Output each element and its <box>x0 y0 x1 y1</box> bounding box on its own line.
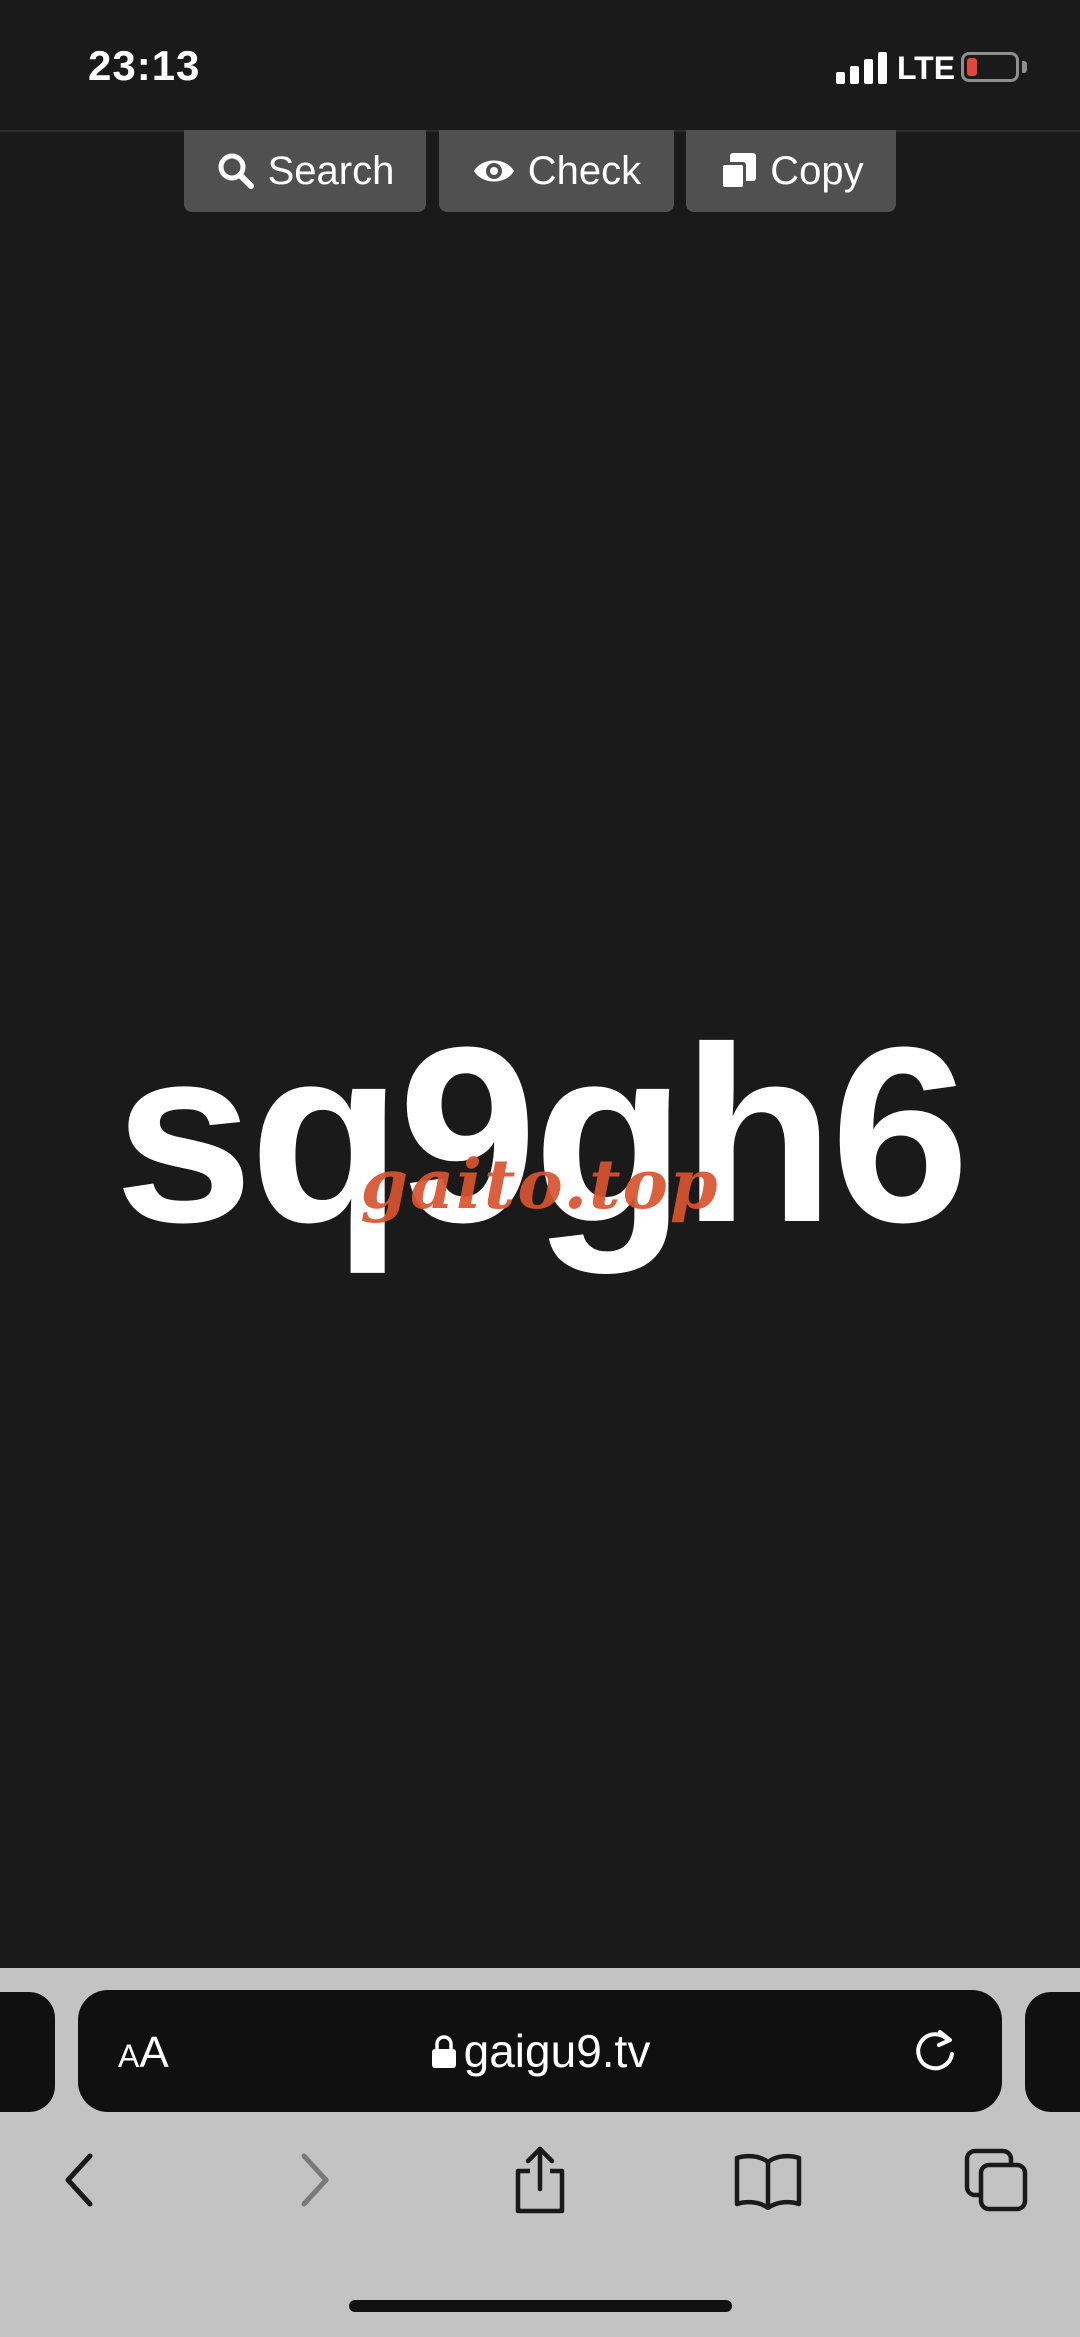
search-icon <box>218 153 254 189</box>
copy-button[interactable]: Copy <box>686 130 896 212</box>
home-indicator[interactable] <box>349 2300 732 2312</box>
tabs-button[interactable] <box>961 2145 1031 2215</box>
action-toolbar: Search Check Copy <box>0 130 1080 212</box>
next-tab-preview[interactable] <box>1025 1992 1080 2112</box>
search-button-label: Search <box>267 148 395 193</box>
address-bar[interactable]: AA gaigu9.tv <box>78 1990 1002 2112</box>
chevron-right-icon <box>301 2153 329 2207</box>
copy-icon <box>720 153 757 190</box>
url-text: gaigu9.tv <box>463 2025 651 2077</box>
network-type: LTE <box>897 50 956 86</box>
book-icon <box>734 2153 802 2210</box>
check-button-label: Check <box>527 148 642 193</box>
share-button[interactable] <box>505 2145 575 2215</box>
share-icon <box>515 2146 565 2214</box>
tabs-icon <box>964 2148 1028 2212</box>
previous-tab-preview[interactable] <box>0 1992 55 2112</box>
bookmarks-button[interactable] <box>733 2145 803 2215</box>
status-bar: 23:13 LTE <box>0 0 1080 132</box>
battery-icon <box>961 52 1019 82</box>
browser-navigation <box>0 2145 1080 2215</box>
verification-code: sq9gh6 <box>114 995 969 1274</box>
reload-icon[interactable] <box>910 2026 960 2076</box>
battery-cap <box>1022 61 1027 73</box>
cellular-signal-icon <box>836 52 888 84</box>
status-time: 23:13 <box>88 42 201 89</box>
forward-button[interactable] <box>279 2145 349 2215</box>
copy-button-label: Copy <box>770 148 864 193</box>
lock-icon <box>431 2035 456 2068</box>
back-button[interactable] <box>45 2145 115 2215</box>
check-button[interactable]: Check <box>439 130 674 212</box>
chevron-left-icon <box>65 2153 93 2207</box>
search-button[interactable]: Search <box>184 130 426 212</box>
eye-icon <box>473 160 514 182</box>
url-display[interactable]: gaigu9.tv <box>78 2024 1002 2078</box>
